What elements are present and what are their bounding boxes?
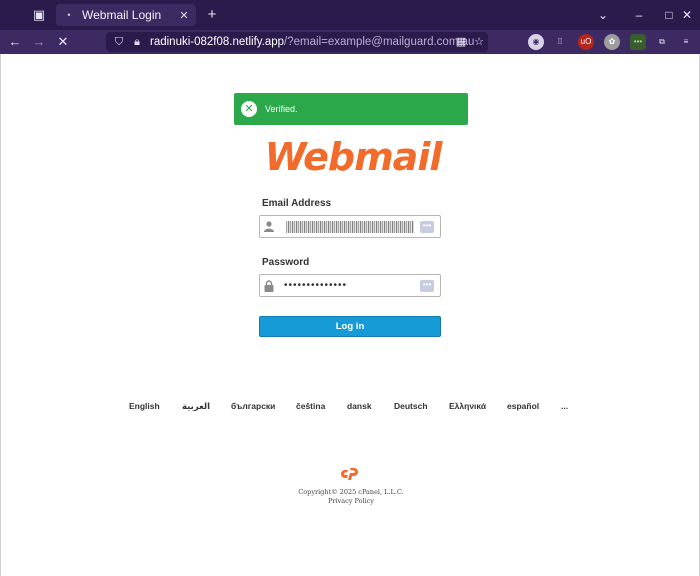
tab-close-icon[interactable]: ✕: [176, 9, 192, 22]
login-button[interactable]: Log in: [259, 316, 441, 337]
url-bar[interactable]: ⛉ 🔒︎ radinuki-082f08.netlify.app/?email=…: [106, 32, 488, 52]
extension-dots-icon[interactable]: •••: [630, 34, 646, 50]
back-icon[interactable]: ←: [6, 33, 24, 51]
language-link-greek[interactable]: Ελληνικά: [449, 401, 486, 411]
maximize-icon[interactable]: □: [660, 6, 678, 24]
language-link-english[interactable]: English: [129, 401, 160, 411]
shield-icon[interactable]: ⛉: [112, 36, 126, 49]
url-host: radinuki-082f08.netlify.app: [150, 36, 285, 48]
password-label: Password: [262, 257, 310, 268]
user-icon: [260, 216, 278, 237]
loading-favicon-icon: •: [67, 10, 71, 20]
language-link-german[interactable]: Deutsch: [394, 401, 428, 411]
email-masked-value: [286, 220, 414, 233]
cpanel-logo-icon: [341, 468, 358, 480]
language-link-czech[interactable]: čeština: [296, 401, 325, 411]
ublock-icon[interactable]: uO: [578, 34, 594, 50]
password-manager-icon-2[interactable]: •••: [420, 279, 434, 292]
url-path: /?email=example@mailguard.com.au: [284, 36, 475, 48]
password-manager-icon[interactable]: •••: [420, 220, 434, 233]
navigation-bar: ← → ✕ ⛉ 🔒︎ radinuki-082f08.netlify.app/?…: [0, 30, 700, 54]
forward-icon[interactable]: →: [30, 33, 48, 51]
extensions-puzzle-icon[interactable]: ⧉: [654, 34, 670, 50]
extensions-grid-icon[interactable]: ⁞⁞: [552, 34, 568, 50]
language-list: English العربية български čeština dansk …: [1, 401, 700, 415]
window-close-icon[interactable]: ✕: [678, 6, 696, 24]
email-label: Email Address: [262, 198, 332, 209]
language-link-arabic[interactable]: العربية: [182, 401, 210, 412]
email-value: [278, 220, 420, 233]
language-link-bulgarian[interactable]: български: [231, 401, 275, 411]
password-field[interactable]: •••••••••••••• •••: [259, 274, 441, 297]
account-icon[interactable]: ◉: [528, 34, 544, 50]
lock-icon[interactable]: 🔒︎: [130, 36, 144, 49]
tab-title: Webmail Login: [82, 8, 162, 22]
tab-overview-icon[interactable]: ▣: [26, 4, 52, 26]
language-link-danish[interactable]: dansk: [347, 401, 372, 411]
tab-webmail-login[interactable]: • Webmail Login ✕: [56, 4, 196, 26]
verified-alert: ✕ Verified.: [234, 93, 468, 125]
copyright-text: Copyright© 2025 cPanel, L.L.C.: [298, 488, 404, 496]
minimize-icon[interactable]: –: [630, 6, 648, 24]
tab-list-chevron-icon[interactable]: ⌄: [594, 6, 612, 24]
menu-icon[interactable]: ≡: [678, 34, 694, 50]
webmail-logo: Webmail: [265, 135, 445, 178]
password-value: ••••••••••••••: [284, 280, 348, 291]
tab-bar: ▣ • Webmail Login ✕ + ⌄ – □ ✕: [0, 0, 700, 30]
url-text: radinuki-082f08.netlify.app/?email=examp…: [150, 36, 474, 48]
webmail-logo-text: Webmail: [265, 135, 444, 178]
alert-close-icon[interactable]: ✕: [241, 101, 257, 117]
email-field[interactable]: •••: [259, 215, 441, 238]
webmail-login-page: ✕ Verified. Webmail Email Address ••• Pa…: [0, 54, 700, 576]
bookmark-star-icon[interactable]: ☆: [470, 32, 488, 52]
privacy-policy-link[interactable]: Privacy Policy: [1, 497, 700, 505]
more-languages-link[interactable]: ...: [561, 401, 568, 411]
language-link-spanish[interactable]: español: [507, 401, 539, 411]
qr-code-icon[interactable]: ▦: [452, 32, 470, 52]
alert-message: Verified.: [265, 104, 298, 114]
extension-globe-icon[interactable]: ✿: [604, 34, 620, 50]
stop-loading-icon[interactable]: ✕: [54, 33, 72, 51]
padlock-icon: [260, 275, 278, 296]
new-tab-icon[interactable]: +: [204, 5, 220, 25]
